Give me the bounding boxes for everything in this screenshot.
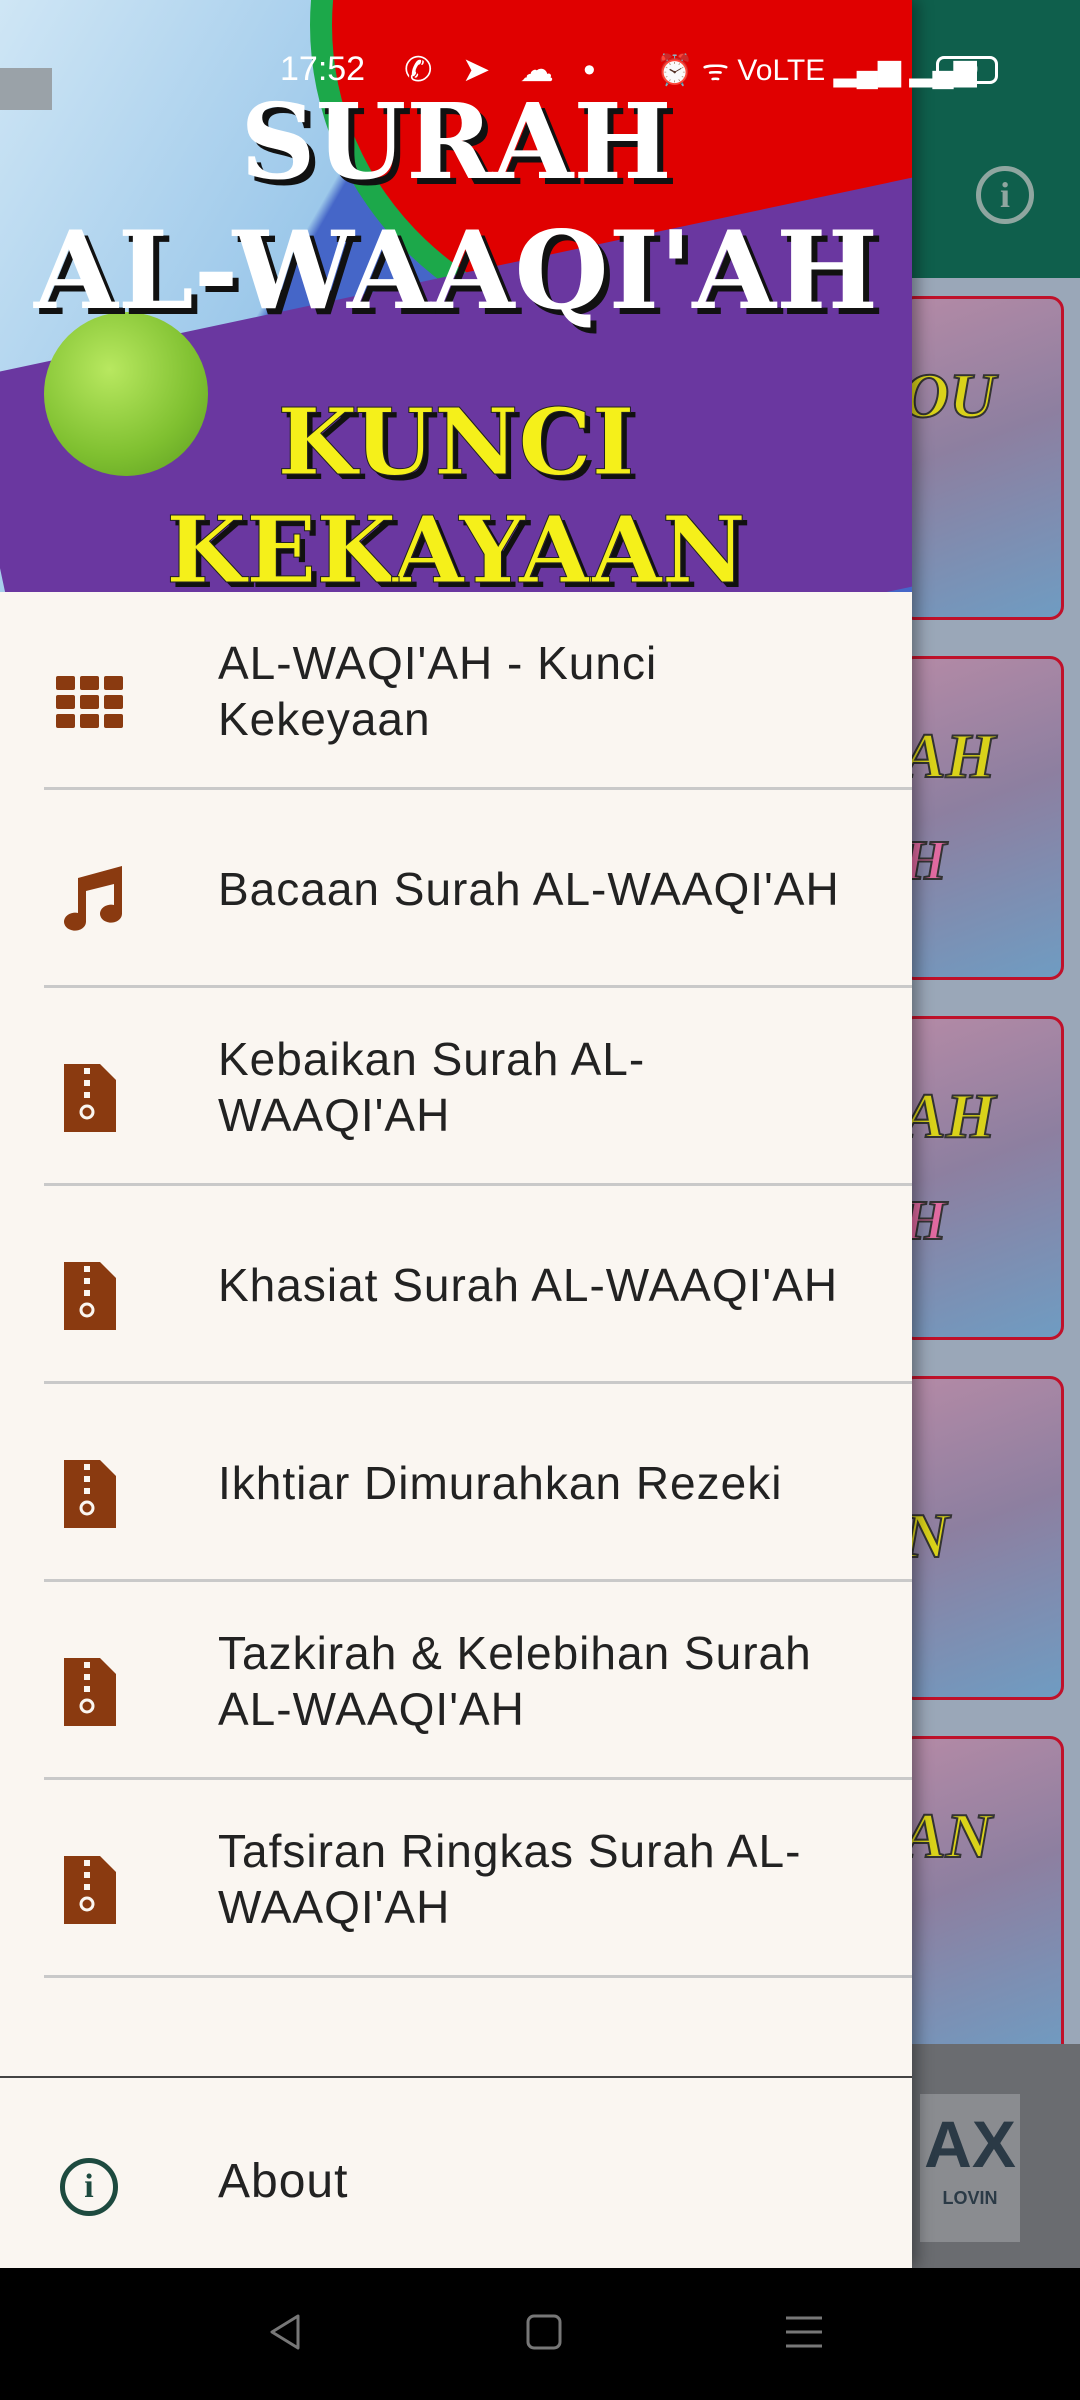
- menu-item-label: AL-WAQI'AH - Kunci Kekeyaan: [218, 637, 658, 745]
- zip-file-icon: [54, 1062, 126, 1134]
- toolbar-info-icon[interactable]: i: [976, 166, 1034, 224]
- banner-title-line3: KUNCI KEKAYAAN: [166, 388, 747, 593]
- menu-item-tafsiran[interactable]: Tafsiran Ringkas Surah AL-WAAQI'AH: [0, 1780, 912, 1978]
- status-time: 17:52: [280, 50, 366, 88]
- card-text: AH: [903, 1079, 996, 1152]
- menu-item-label: Kebaikan Surah AL-WAAQI'AH: [218, 1033, 646, 1141]
- menu-item-label: Tafsiran Ringkas Surah AL-WAAQI'AH: [218, 1825, 802, 1933]
- zip-file-icon: [54, 1656, 126, 1728]
- system-status-icons: ⏰ ᯤ VoLTE ▂▄▆ ▂▄▆: [656, 54, 977, 87]
- home-icon[interactable]: [520, 2308, 568, 2356]
- menu-item-khasiat[interactable]: Khasiat Surah AL-WAAQI'AH: [0, 1186, 912, 1384]
- music-note-icon: [54, 864, 126, 936]
- menu-item-kebaikan[interactable]: Kebaikan Surah AL-WAAQI'AH: [0, 988, 912, 1186]
- system-navigation-bar: [0, 2268, 1080, 2400]
- zip-file-icon: [54, 1458, 126, 1530]
- notification-icons: ✆ ➤ ☁ •: [404, 51, 606, 89]
- ad-sub-text: LOVIN: [942, 2188, 998, 2208]
- background-card[interactable]: N: [900, 1376, 1064, 1700]
- divider: [44, 1975, 912, 1978]
- zip-file-icon: [54, 1260, 126, 1332]
- banner-title-line2: AL-WAAQI'AH: [33, 208, 879, 334]
- menu-item-label: Tazkirah & Kelebihan Surah AL-WAAQI'AH: [218, 1627, 812, 1735]
- menu-item-label: Khasiat Surah AL-WAAQI'AH: [218, 1259, 839, 1311]
- menu-item-label: Bacaan Surah AL-WAAQI'AH: [218, 863, 840, 915]
- ad-logo: AX: [920, 2094, 1020, 2242]
- card-text: AH: [903, 719, 996, 792]
- background-card[interactable]: AH H: [900, 1016, 1064, 1340]
- menu-item-ikhtiar[interactable]: Ikhtiar Dimurahkan Rezeki: [0, 1384, 912, 1582]
- background-card[interactable]: OU: [900, 296, 1064, 620]
- grid-icon: [54, 666, 126, 738]
- status-bar: 17:52 ✆ ➤ ☁ • ⏰ ᯤ VoLTE ▂▄▆ ▂▄▆ 80: [0, 0, 1080, 110]
- recents-icon[interactable]: [780, 2308, 828, 2356]
- menu-item-label: About: [218, 2155, 349, 2208]
- card-text: OU: [903, 359, 996, 432]
- background-card[interactable]: AH H: [900, 656, 1064, 980]
- menu-item-label: Ikhtiar Dimurahkan Rezeki: [218, 1457, 783, 1509]
- background-card[interactable]: AN: [900, 1736, 1064, 2060]
- battery-icon: 80: [936, 56, 998, 84]
- info-icon: i: [60, 2158, 118, 2216]
- card-text: AN: [903, 1799, 993, 1872]
- menu-item-about[interactable]: i About: [0, 2078, 912, 2268]
- menu-item-kunci-kekayaan[interactable]: AL-WAQI'AH - Kunci Kekeyaan: [0, 592, 912, 790]
- zip-file-icon: [54, 1854, 126, 1926]
- navigation-drawer: SURAH AL-WAAQI'AH KUNCI KEKAYAAN AL-WAQI…: [0, 0, 912, 2268]
- back-icon[interactable]: [262, 2308, 310, 2356]
- menu-item-bacaan[interactable]: Bacaan Surah AL-WAAQI'AH: [0, 790, 912, 988]
- drawer-menu: AL-WAQI'AH - Kunci Kekeyaan Bacaan Surah…: [0, 592, 912, 1978]
- menu-item-tazkirah[interactable]: Tazkirah & Kelebihan Surah AL-WAAQI'AH: [0, 1582, 912, 1780]
